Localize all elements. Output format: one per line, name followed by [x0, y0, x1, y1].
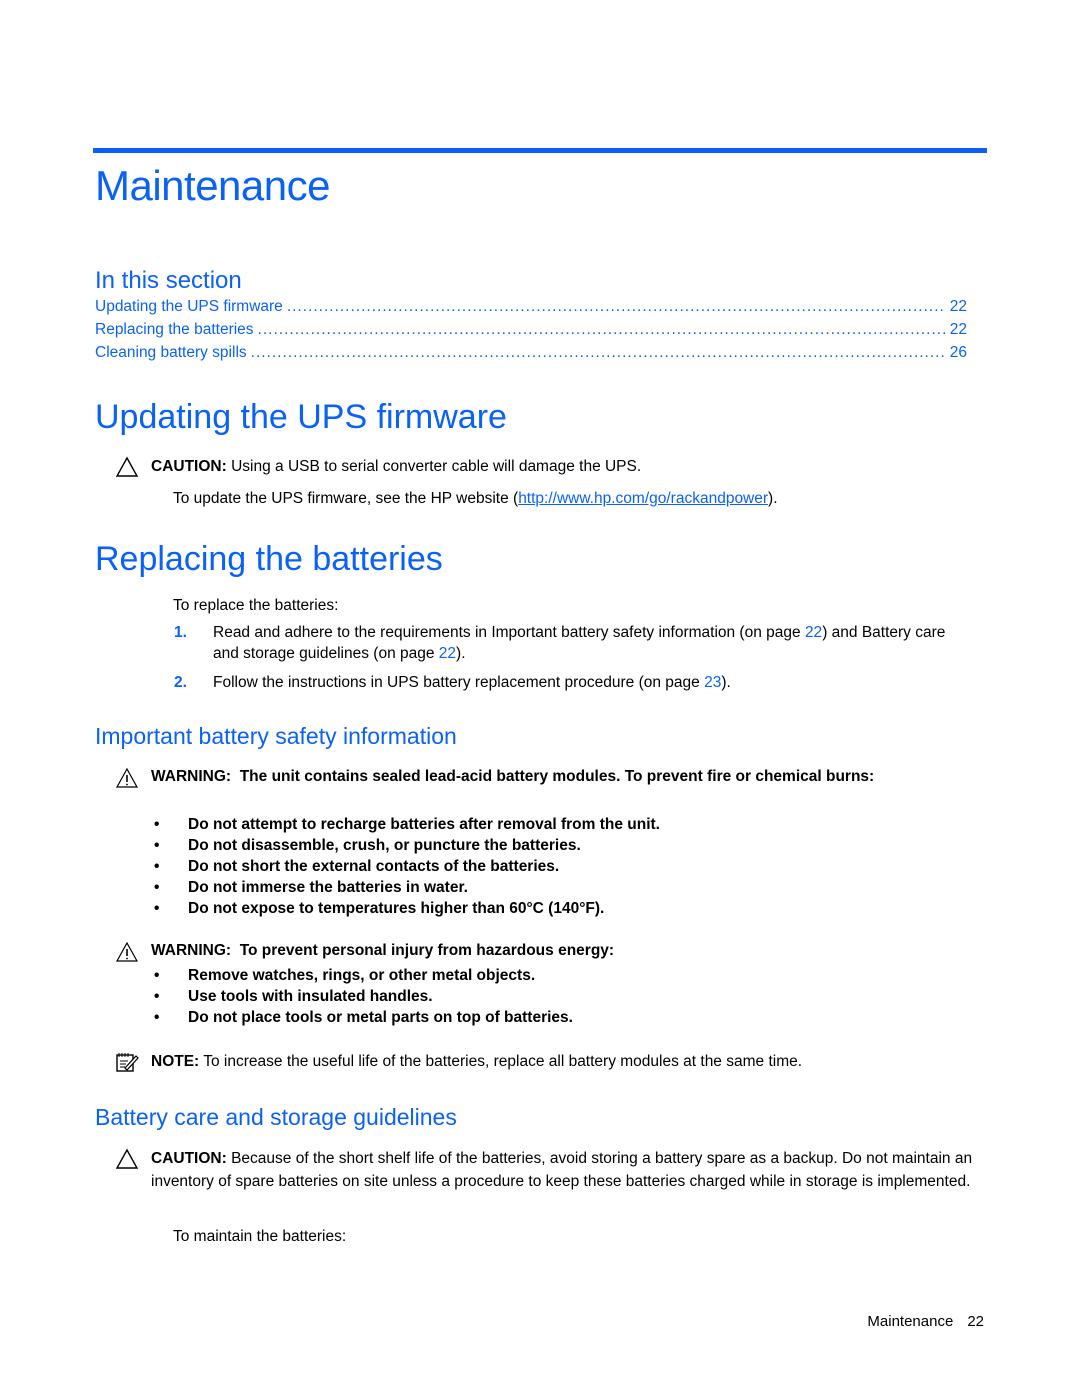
bullet-item: Do not immerse the batteries in water. — [154, 877, 954, 898]
subsection-heading-care: Battery care and storage guidelines — [95, 1104, 457, 1130]
toc-entry-cleaning-spills[interactable]: Cleaning battery spills26 — [95, 344, 967, 367]
subsection-heading-safety: Important battery safety information — [95, 723, 457, 749]
note-battery-life: NOTE: To increase the useful life of the… — [115, 1050, 985, 1073]
toc-leader — [287, 298, 946, 316]
caution-triangle-icon — [115, 1148, 139, 1169]
section-heading-replacing: Replacing the batteries — [95, 540, 443, 578]
replacing-steps: 1. Read and adhere to the requirements in… — [174, 622, 964, 701]
step-1: 1. Read and adhere to the requirements in… — [174, 624, 946, 662]
toc-list: Updating the UPS firmware22 Replacing th… — [95, 298, 967, 367]
toc-entry-updating-firmware[interactable]: Updating the UPS firmware22 — [95, 298, 967, 321]
hp-website-link[interactable]: http://www.hp.com/go/rackandpower — [518, 490, 768, 507]
bullet-item: Do not short the external contacts of th… — [154, 856, 954, 877]
firmware-body: To update the UPS firmware, see the HP w… — [173, 490, 778, 507]
bullet-item: Do not attempt to recharge batteries aft… — [154, 814, 954, 835]
caution-firmware: CAUTION: Using a USB to serial converter… — [115, 455, 985, 478]
section-heading-firmware: Updating the UPS firmware — [95, 398, 507, 436]
warning-chemical: WARNING: The unit contains sealed lead-a… — [115, 766, 985, 788]
warning-triangle-icon — [115, 941, 139, 962]
note-pad-icon — [116, 1053, 139, 1072]
toc-leader — [258, 321, 946, 339]
bullet-item: Remove watches, rings, or other metal ob… — [154, 965, 954, 986]
warning-energy-list: Remove watches, rings, or other metal ob… — [154, 965, 954, 1028]
toc-leader — [251, 344, 946, 362]
page-footer: Maintenance 22 — [867, 1313, 984, 1330]
footer-section: Maintenance — [867, 1313, 954, 1330]
care-intro: To maintain the batteries: — [173, 1228, 347, 1245]
page-ref-link[interactable]: 23 — [704, 674, 721, 691]
step-2: 2. Follow the instructions in UPS battery… — [174, 674, 731, 691]
chapter-title: Maintenance — [95, 162, 331, 209]
caution-triangle-icon — [115, 456, 139, 477]
caution-storage: CAUTION: Because of the short shelf life… — [115, 1147, 985, 1193]
bullet-item: Do not place tools or metal parts on top… — [154, 1007, 954, 1028]
replacing-intro: To replace the batteries: — [173, 597, 339, 614]
footer-page-number: 22 — [967, 1313, 984, 1330]
bullet-item: Use tools with insulated handles. — [154, 986, 954, 1007]
warning-triangle-icon — [115, 767, 139, 788]
toc-entry-replacing-batteries[interactable]: Replacing the batteries22 — [95, 321, 967, 344]
warning-energy: WARNING: To prevent personal injury from… — [115, 940, 985, 962]
in-this-section-heading: In this section — [95, 267, 242, 294]
chapter-rule — [93, 148, 987, 153]
warning-chemical-list: Do not attempt to recharge batteries aft… — [154, 814, 954, 919]
page-ref-link[interactable]: 22 — [439, 645, 456, 662]
bullet-item: Do not expose to temperatures higher tha… — [154, 898, 954, 919]
page-ref-link[interactable]: 22 — [805, 624, 822, 641]
bullet-item: Do not disassemble, crush, or puncture t… — [154, 835, 954, 856]
